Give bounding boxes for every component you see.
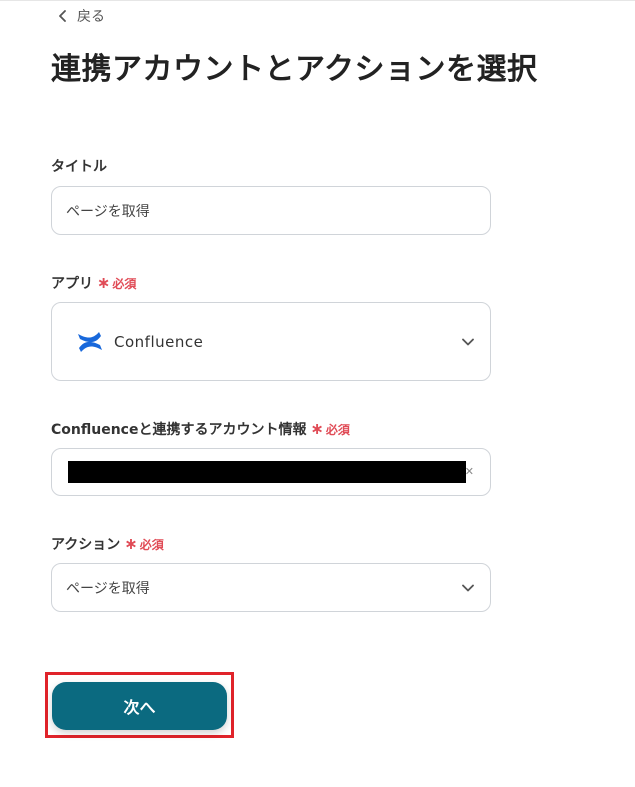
- required-text: 必須: [139, 537, 164, 552]
- asterisk-icon: ∗: [310, 419, 324, 438]
- required-badge: ∗ 必須: [310, 421, 349, 438]
- page-title: 連携アカウントとアクションを選択: [51, 52, 538, 87]
- redacted-account-value: [68, 461, 466, 483]
- action-label-text: アクション: [51, 537, 121, 553]
- required-badge: ∗ 必須: [97, 275, 136, 292]
- action-select-value: ページを取得: [66, 580, 150, 597]
- account-field-label: Confluenceと連携するアカウント情報 ∗ 必須: [51, 419, 350, 439]
- back-link[interactable]: 戻る: [57, 6, 105, 26]
- required-text: 必須: [325, 422, 350, 437]
- account-label-text: Confluenceと連携するアカウント情報: [51, 422, 307, 438]
- app-select-value: Confluence: [114, 332, 204, 351]
- next-button[interactable]: 次へ: [52, 682, 227, 730]
- app-select[interactable]: Confluence: [51, 302, 491, 381]
- title-input[interactable]: ページを取得: [51, 186, 491, 235]
- action-field-label: アクション ∗ 必須: [51, 534, 164, 554]
- top-divider: [0, 0, 635, 1]
- chevron-down-icon: [462, 338, 474, 345]
- back-label: 戻る: [77, 9, 105, 25]
- asterisk-icon: ∗: [97, 273, 111, 292]
- title-label-text: タイトル: [51, 159, 107, 175]
- required-text: 必須: [112, 276, 137, 291]
- page: 戻る 連携アカウントとアクションを選択 タイトル ページを取得 アプリ ∗ 必須…: [0, 0, 635, 787]
- title-input-value: ページを取得: [66, 203, 150, 220]
- title-field-label: タイトル: [51, 156, 107, 176]
- confluence-logo-icon: [78, 331, 102, 352]
- app-field-label: アプリ ∗ 必須: [51, 273, 136, 293]
- account-select[interactable]: ✕: [51, 448, 491, 496]
- clear-icon[interactable]: ✕: [465, 465, 474, 478]
- required-badge: ∗ 必須: [124, 536, 163, 553]
- app-label-text: アプリ: [51, 276, 93, 292]
- action-select[interactable]: ページを取得: [51, 563, 491, 612]
- chevron-down-icon: [462, 584, 474, 591]
- chevron-left-icon: [59, 10, 66, 22]
- asterisk-icon: ∗: [124, 534, 138, 553]
